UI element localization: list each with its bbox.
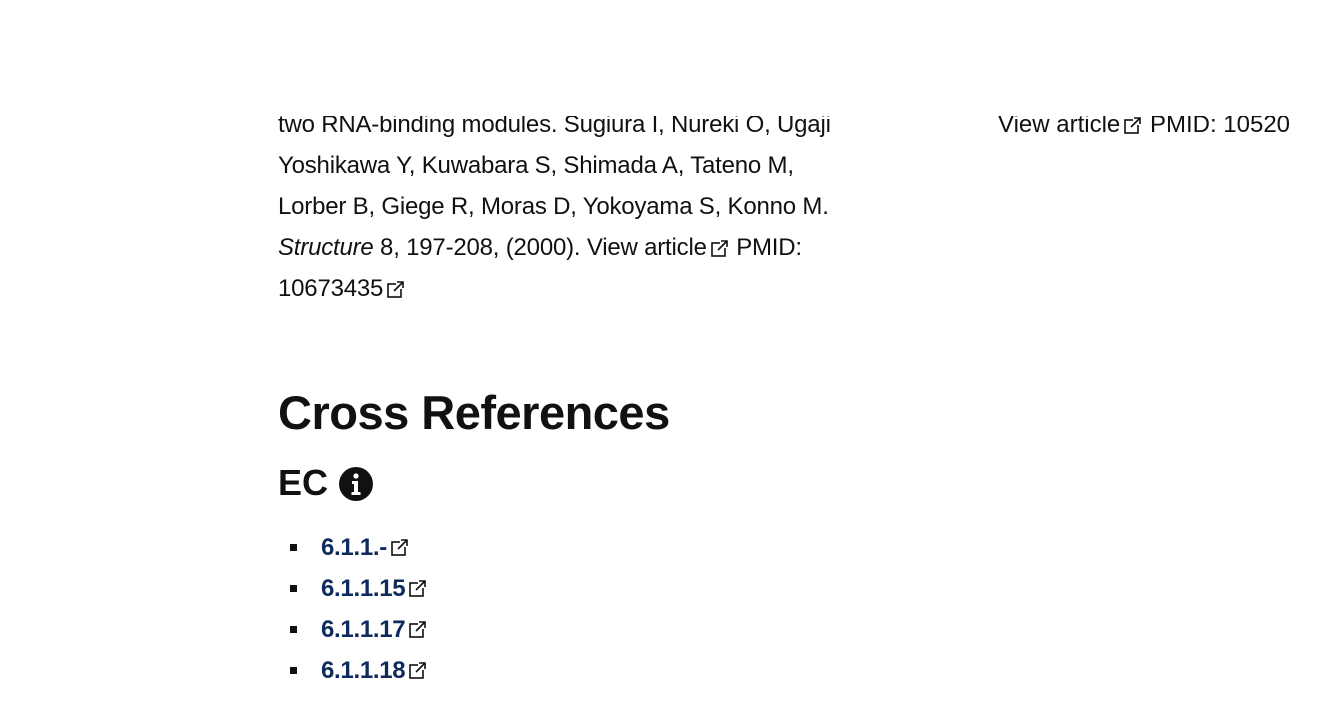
info-circle-icon[interactable]: [338, 465, 374, 501]
external-link-icon: [409, 662, 427, 679]
cross-references-title: Cross References: [278, 386, 670, 439]
bullet: [290, 626, 297, 633]
top-clip-area: [0, 0, 1338, 116]
ec-heading: EC: [278, 458, 374, 508]
pmid-value: 10673435: [278, 275, 384, 302]
list-item: 6.1.1.15: [290, 568, 428, 609]
external-link-icon: [387, 281, 405, 298]
bullet: [290, 585, 297, 592]
list-item: 6.1.1.18: [290, 650, 428, 691]
view-article-link[interactable]: View article: [587, 234, 730, 261]
ec-link-6-1-1-18[interactable]: 6.1.1.18: [321, 657, 406, 685]
external-link-icon: [1124, 117, 1142, 134]
ec-heading-label: EC: [278, 462, 329, 503]
bullet: [290, 667, 297, 674]
list-item: 6.1.1.17: [290, 609, 428, 650]
view-article-label: View article: [586, 234, 707, 261]
external-link-icon: [391, 539, 408, 556]
citation-authors-line-2: Yoshikawa Y, Kuwabara S, Shimada A, Tate…: [278, 152, 794, 179]
citation-pmid-line: 10673435: [278, 268, 918, 309]
citation-source-line: Structure 8, 197-208, (2000). View artic…: [278, 227, 918, 268]
external-link-icon: [710, 240, 728, 257]
external-link-icon: [409, 621, 427, 638]
ec-link-6-1-1-17[interactable]: 6.1.1.17: [321, 616, 406, 644]
pmid-link[interactable]: 10673435: [278, 275, 406, 302]
ec-link-6-1-1-dash[interactable]: 6.1.1.-: [321, 534, 387, 562]
list-item: 6.1.1.-: [290, 527, 428, 568]
bullet: [290, 544, 297, 551]
citation-journal: Structure: [278, 234, 374, 261]
citation-authors-line-3: Lorber B, Giege R, Moras D, Yokoyama S, …: [278, 193, 829, 220]
citation-entry: two RNA-binding modules. Sugiura I, Nure…: [278, 104, 918, 309]
pmid-label: PMID:: [736, 234, 802, 261]
citation-details: 8, 197-208, (2000).: [373, 234, 587, 261]
external-link-icon: [409, 580, 427, 597]
page: two RNA-binding modules. Sugiura I, Nure…: [0, 0, 1338, 713]
ec-number-list: 6.1.1.- 6.1.1.15 6.1.1.17 6.1.1.18: [290, 527, 428, 691]
ec-link-6-1-1-15[interactable]: 6.1.1.15: [321, 575, 406, 603]
